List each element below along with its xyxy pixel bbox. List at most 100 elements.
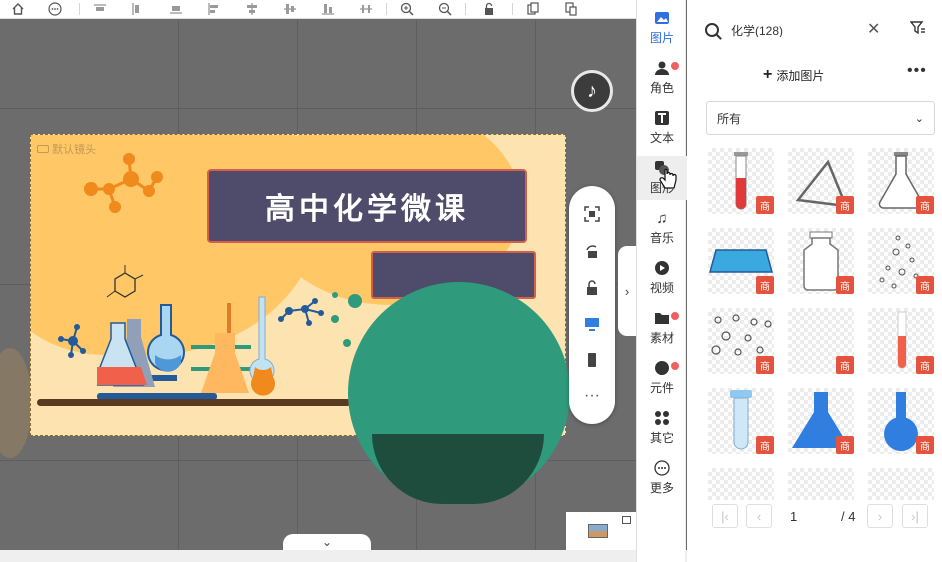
floating-toolbar: ··· <box>569 186 615 424</box>
image-item[interactable] <box>868 468 934 500</box>
tab-video[interactable]: 视频 <box>637 256 687 300</box>
toolbar-divider <box>79 3 80 15</box>
first-page-button[interactable]: |‹ <box>712 504 738 528</box>
editor-canvas[interactable]: 默认镜头 高中化学微课 ♪ ··· › <box>0 20 636 550</box>
music-note-icon: ♪ <box>587 79 597 102</box>
grid-icon <box>654 410 670 426</box>
image-item[interactable]: 商 <box>708 148 774 214</box>
premium-badge: 商 <box>916 276 934 294</box>
minimap[interactable] <box>566 512 636 550</box>
tab-character[interactable]: 角色 <box>637 56 687 100</box>
category-select[interactable]: 所有 ⌄ <box>706 101 935 135</box>
image-item[interactable]: 商 <box>788 388 854 454</box>
music-note-button[interactable]: ♪ <box>571 70 613 112</box>
molecule-orange-image[interactable] <box>79 149 169 219</box>
panel-collapse-tab[interactable]: › <box>618 246 636 336</box>
zoom-in-icon[interactable] <box>388 0 426 19</box>
select-value: 所有 <box>717 111 742 126</box>
image-item[interactable]: 商 <box>868 388 934 454</box>
tab-assets[interactable]: 素材 <box>637 306 687 350</box>
more-icon[interactable]: ··· <box>582 386 602 406</box>
premium-badge: 商 <box>916 436 934 454</box>
image-item[interactable]: 商 <box>708 228 774 294</box>
tab-music[interactable]: ♫ 音乐 <box>637 206 687 250</box>
text-icon <box>654 110 670 126</box>
tab-more[interactable]: 更多 <box>637 456 687 500</box>
tab-image[interactable]: 图片 <box>637 6 687 50</box>
prev-page-button[interactable]: ‹ <box>746 504 772 528</box>
lock-icon[interactable] <box>467 0 511 19</box>
image-item[interactable] <box>708 468 774 500</box>
premium-badge: 商 <box>836 276 854 294</box>
hand-cursor-icon <box>659 169 677 189</box>
molecule-blue-image[interactable] <box>53 321 93 361</box>
image-item[interactable]: 商 <box>868 228 934 294</box>
more-circle-icon[interactable] <box>32 0 78 19</box>
align-center-icon[interactable] <box>233 0 271 19</box>
image-item[interactable] <box>788 468 854 500</box>
tab-component[interactable]: 元件 <box>637 356 687 400</box>
chevron-down-icon: ⌄ <box>914 113 924 125</box>
add-image-label: 添加图片 <box>776 68 825 83</box>
lab-equipment-image[interactable] <box>97 293 287 403</box>
resource-tabs: 图片 角色 文本 图形 ♫ 音乐 视频 素材 元件 其它 更多 <box>636 0 687 562</box>
image-item[interactable]: 商 <box>708 388 774 454</box>
more-options-icon[interactable]: ••• <box>907 62 927 80</box>
add-image-button[interactable]: + 添加图片 <box>763 66 824 84</box>
paste-icon[interactable] <box>552 0 590 19</box>
align-bottom-icon[interactable] <box>157 0 195 19</box>
tab-text[interactable]: 文本 <box>637 106 687 150</box>
align-left-icon[interactable] <box>195 0 233 19</box>
premium-badge: 商 <box>836 436 854 454</box>
copy-icon[interactable] <box>514 0 552 19</box>
unlock-icon[interactable] <box>582 278 602 298</box>
align-bottom-edge-icon[interactable] <box>309 0 347 19</box>
monitor-icon[interactable] <box>582 314 602 334</box>
slide-title[interactable]: 高中化学微课 <box>207 169 527 243</box>
offstage-circle[interactable] <box>0 348 32 458</box>
image-library-panel: ✕ + 添加图片 ••• 所有 ⌄ 商 商 商 商 商 商 商 <box>687 0 942 562</box>
tab-label: 其它 <box>649 431 674 445</box>
image-item[interactable]: 商 <box>868 148 934 214</box>
search-input[interactable] <box>731 23 841 37</box>
toolbar-divider <box>465 3 466 15</box>
tab-label: 音乐 <box>649 231 674 245</box>
dark-circle-shape[interactable] <box>372 434 544 504</box>
image-item[interactable]: 商 <box>788 308 854 374</box>
last-page-button[interactable]: ›| <box>902 504 928 528</box>
tab-label: 更多 <box>649 481 674 495</box>
image-item[interactable]: 商 <box>788 228 854 294</box>
chevron-right-icon: › <box>624 283 630 299</box>
premium-badge: 商 <box>836 196 854 214</box>
pagination: |‹ ‹ 1 / 4 › ›| <box>706 503 938 529</box>
next-page-button[interactable]: › <box>867 504 893 528</box>
image-icon <box>654 10 670 26</box>
minimap-toggle-icon[interactable] <box>622 516 631 524</box>
premium-badge: 商 <box>756 356 774 374</box>
home-icon[interactable] <box>4 0 32 19</box>
chevron-down-icon: ⌄ <box>321 535 333 549</box>
zoom-out-icon[interactable] <box>426 0 464 19</box>
tab-other[interactable]: 其它 <box>637 406 687 450</box>
current-page[interactable]: 1 <box>790 509 797 524</box>
folder-icon <box>654 310 670 326</box>
tab-label: 文本 <box>649 131 674 145</box>
image-item[interactable]: 商 <box>708 308 774 374</box>
align-top-icon[interactable] <box>81 0 119 19</box>
play-icon <box>654 260 670 276</box>
premium-badge: 商 <box>756 276 774 294</box>
tab-label: 图片 <box>649 31 674 45</box>
filter-icon[interactable] <box>909 20 926 39</box>
align-middle-icon[interactable] <box>271 0 309 19</box>
fit-screen-icon[interactable] <box>582 204 602 224</box>
timeline-toggle[interactable]: ⌄ <box>283 534 371 550</box>
phone-icon[interactable] <box>582 350 602 370</box>
image-item[interactable]: 商 <box>788 148 854 214</box>
clear-search-icon[interactable]: ✕ <box>867 19 880 39</box>
plus-icon: + <box>763 66 773 83</box>
image-item[interactable]: 商 <box>868 308 934 374</box>
distribute-icon[interactable] <box>347 0 385 19</box>
align-left-edge-icon[interactable] <box>119 0 157 19</box>
rotate-icon[interactable] <box>582 242 602 262</box>
toolbar-divider <box>512 3 513 15</box>
